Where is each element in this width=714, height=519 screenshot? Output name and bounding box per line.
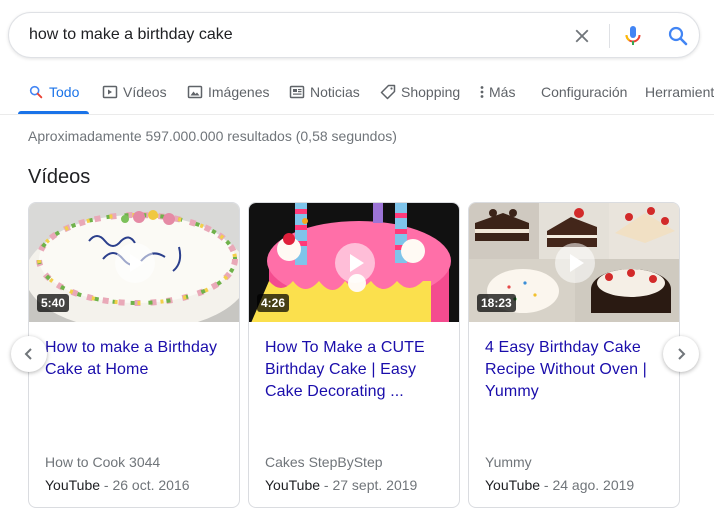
play-icon — [555, 243, 595, 283]
carousel-next-button[interactable] — [663, 336, 699, 372]
video-source: YouTube — [265, 477, 321, 493]
video-source: YouTube — [485, 477, 541, 493]
video-duration: 5:40 — [37, 294, 70, 312]
video-duration: 18:23 — [477, 294, 516, 312]
video-date: - 26 oct. 2016 — [103, 477, 190, 493]
tab-settings[interactable]: Configuración — [541, 72, 627, 114]
search-icon[interactable] — [666, 24, 690, 48]
video-card[interactable]: 5:40 How to make a Birthday Cake at Home… — [28, 202, 240, 508]
video-thumbnail[interactable]: 5:40 — [29, 203, 239, 322]
close-icon[interactable] — [571, 25, 593, 47]
tab-more[interactable]: Más — [478, 72, 515, 114]
video-date: - 24 ago. 2019 — [543, 477, 635, 493]
video-thumbnail[interactable]: 18:23 — [469, 203, 679, 322]
play-icon — [115, 243, 155, 283]
video-card[interactable]: 18:23 4 Easy Birthday Cake Recipe Withou… — [468, 202, 680, 508]
video-source: YouTube — [45, 477, 101, 493]
image-icon — [187, 85, 203, 99]
video-thumbnail[interactable]: 4:26 — [249, 203, 459, 322]
tab-label: Más — [489, 84, 516, 100]
video-title-link[interactable]: 4 Easy Birthday Cake Recipe Without Oven… — [485, 337, 669, 403]
video-title-link[interactable]: How To Make a CUTE Birthday Cake | Easy … — [265, 337, 449, 403]
video-title-link[interactable]: How to make a Birthday Cake at Home — [45, 337, 229, 381]
tab-label: Herramientas — [645, 84, 714, 100]
chevron-right-icon — [678, 348, 686, 360]
tab-label: Configuración — [541, 84, 628, 100]
search-icon — [29, 85, 43, 99]
video-date: - 27 sept. 2019 — [323, 477, 418, 493]
video-meta: YouTube - 24 ago. 2019 — [485, 477, 634, 493]
search-input[interactable] — [29, 26, 549, 44]
video-card[interactable]: 4:26 How To Make a CUTE Birthday Cake | … — [248, 202, 460, 508]
chevron-left-icon — [24, 348, 32, 360]
tab-label: Vídeos — [123, 84, 167, 100]
tab-shopping[interactable]: Shopping — [380, 72, 460, 114]
news-icon — [289, 85, 305, 99]
more-vert-icon — [480, 86, 484, 98]
play-icon — [335, 243, 375, 283]
tab-images[interactable]: Imágenes — [187, 72, 269, 114]
tab-label: Imágenes — [208, 84, 270, 100]
carousel-prev-button[interactable] — [11, 336, 47, 372]
search-divider — [609, 24, 610, 48]
video-channel: Yummy — [485, 454, 532, 470]
tab-videos[interactable]: Vídeos — [102, 72, 167, 114]
tag-icon — [380, 84, 396, 100]
microphone-icon[interactable] — [621, 24, 645, 48]
tab-tools[interactable]: Herramientas — [645, 72, 714, 114]
tab-label: Shopping — [401, 84, 461, 100]
tabs-divider — [0, 114, 714, 115]
video-duration: 4:26 — [257, 294, 290, 312]
tab-label: Todo — [49, 84, 80, 100]
video-icon — [102, 85, 118, 99]
result-stats: Aproximadamente 597.000.000 resultados (… — [28, 128, 397, 144]
tab-todo[interactable]: Todo — [18, 72, 90, 114]
video-channel: Cakes StepByStep — [265, 454, 383, 470]
video-channel: How to Cook 3044 — [45, 454, 161, 470]
search-tabs: Todo Vídeos Imágenes Noticias Shopping M… — [0, 72, 714, 114]
video-meta: YouTube - 27 sept. 2019 — [265, 477, 417, 493]
tab-label: Noticias — [310, 84, 360, 100]
video-meta: YouTube - 26 oct. 2016 — [45, 477, 190, 493]
search-bar — [8, 12, 700, 58]
videos-section-title: Vídeos — [28, 166, 91, 188]
tab-news[interactable]: Noticias — [289, 72, 360, 114]
